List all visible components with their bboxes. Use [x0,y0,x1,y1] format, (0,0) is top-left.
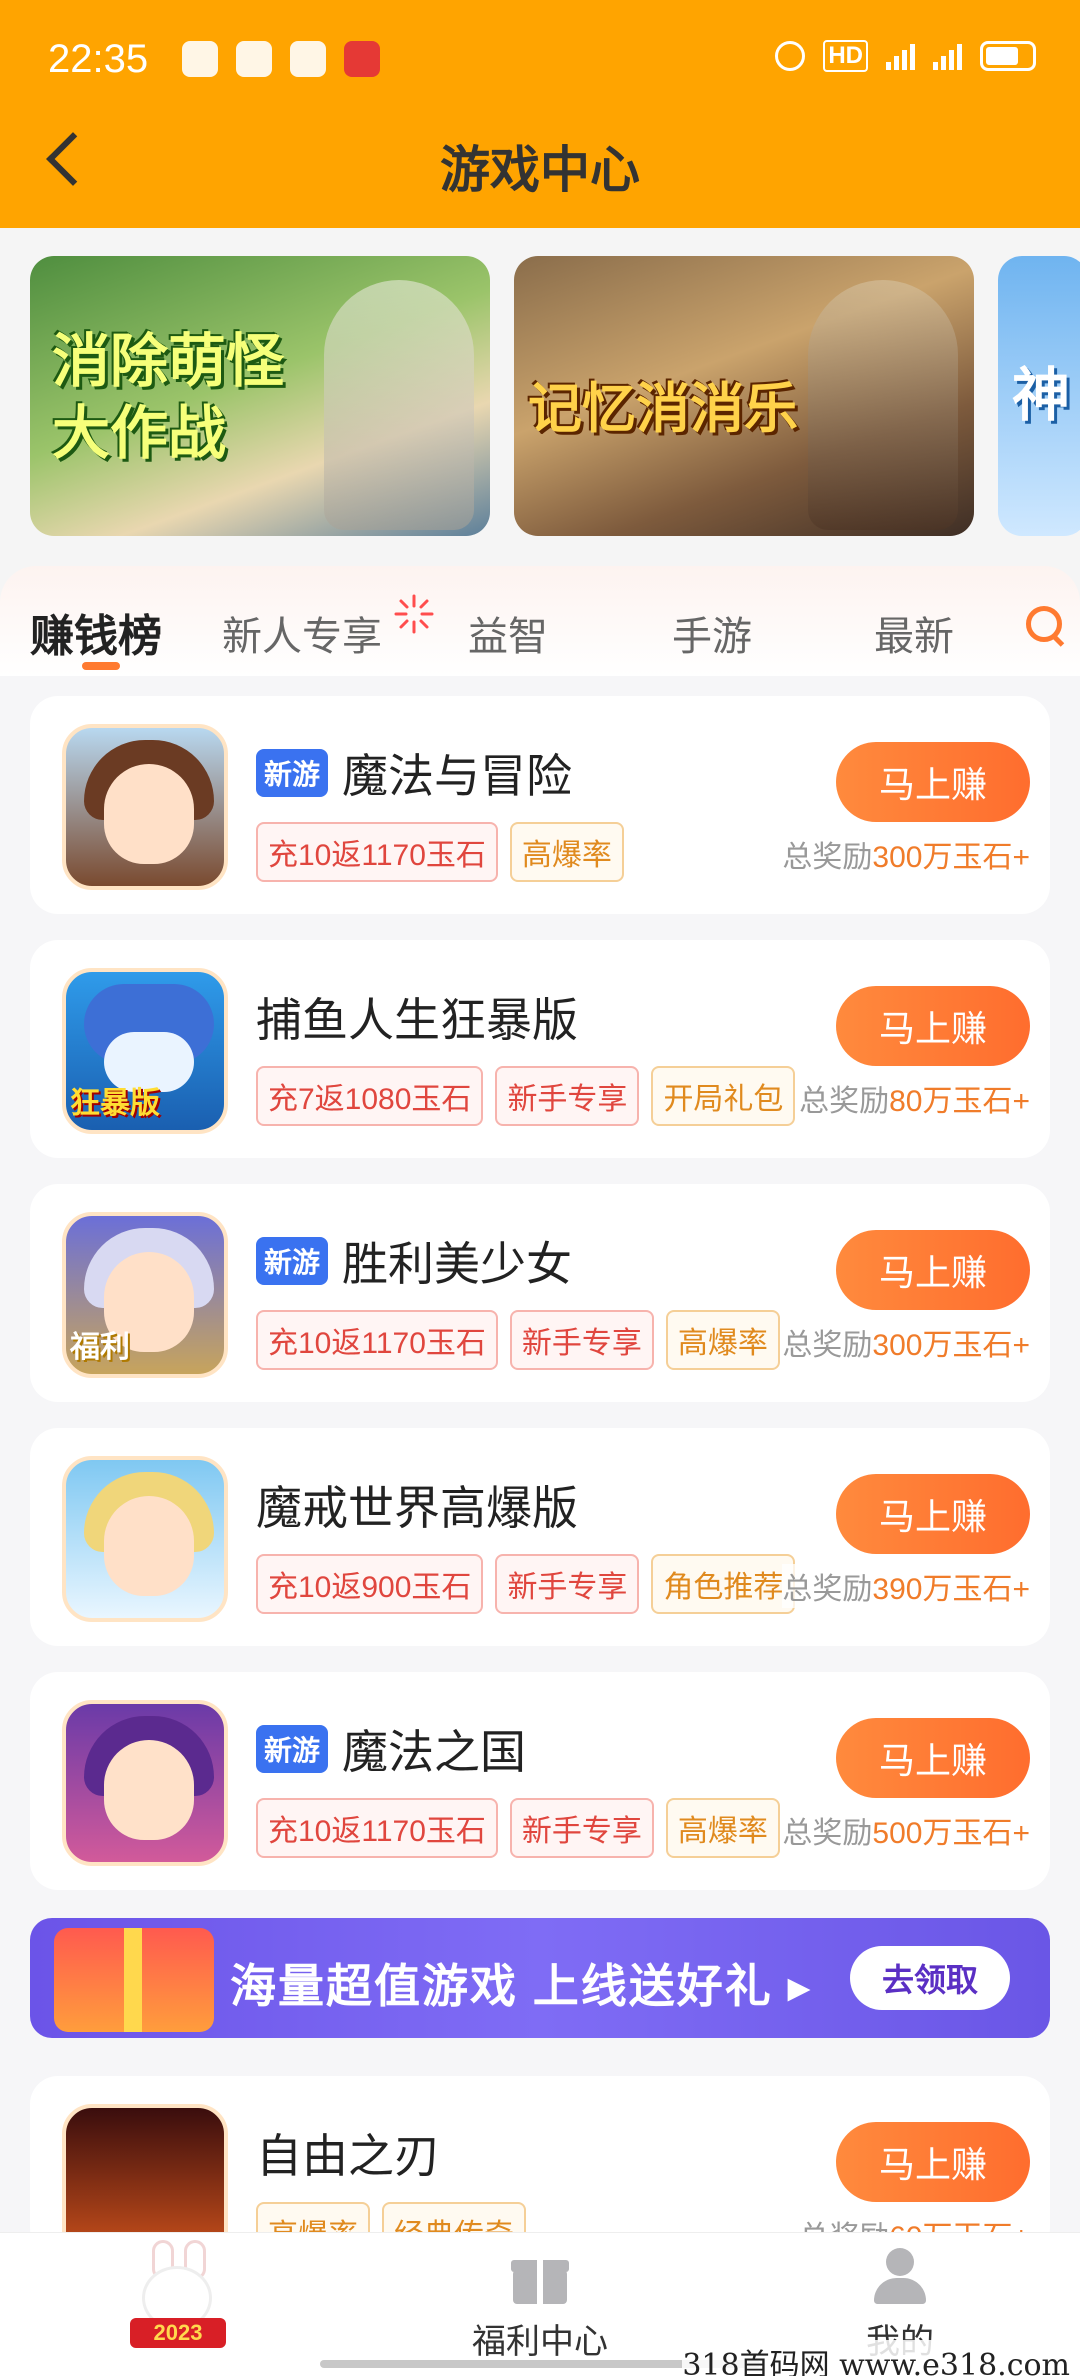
game-icon-label: 狂暴版 [70,1087,160,1120]
pinduoduo-icon [344,41,381,77]
game-tag: 充10返900玉石 [256,1554,484,1614]
earn-now-button[interactable]: 马上赚 [836,1474,1030,1554]
game-tag: 高爆率 [665,1310,780,1370]
promo-text: 海量超值游戏 上线送好礼 ▸ [230,1960,813,2012]
banner-character-image [324,280,474,530]
top-bar: 22:35 HD 游戏中心 [0,0,1080,228]
gift-icon [511,2252,569,2304]
game-icon [62,1700,228,1866]
new-game-badge: 新游 [256,749,329,797]
game-tags: 充10返1170玉石 高爆率 [256,822,624,882]
total-reward: 总奖励390万玉石+ [782,1564,1030,1608]
game-name: 魔法与冒险 [342,750,573,802]
game-tag: 充10返1170玉石 [256,822,498,882]
battery-icon [980,41,1036,71]
page-title: 游戏中心 [440,142,640,198]
game-tags: 充10返1170玉石 新手专享 高爆率 [256,1310,780,1370]
alarm-icon [775,41,806,71]
game-name: 捕鱼人生狂暴版 [256,994,578,1046]
game-icon: 福利 [62,1212,228,1378]
game-icon: 狂暴版 [62,968,228,1134]
game-card[interactable]: 魔戒世界高爆版 充10返900玉石 新手专享 角色推荐 马上赚 总奖励390万玉… [30,1428,1050,1646]
nav-welfare-center[interactable]: 福利中心 [440,2233,640,2376]
game-tag: 新手专享 [495,1066,640,1126]
banner-carousel[interactable]: 消除萌怪大作战 记忆消消乐 神 [30,256,1080,536]
new-game-badge: 新游 [256,1237,329,1285]
user-icon [872,2248,928,2304]
game-name: 胜利美少女 [342,1238,573,1290]
earn-now-button[interactable]: 马上赚 [836,1230,1030,1310]
game-card[interactable]: 福利 新游 胜利美少女 充10返1170玉石 新手专享 高爆率 马上赚 总奖励3… [30,1184,1050,1402]
game-name: 自由之刃 [256,2130,440,2182]
qutoutiao-icon [290,41,327,77]
nav-home-rabbit-icon[interactable]: 2023 [112,2240,242,2360]
earn-now-button[interactable]: 马上赚 [836,1718,1030,1798]
game-name: 魔法之国 [342,1726,527,1778]
total-reward: 总奖励500万玉石+ [782,1808,1030,1852]
search-icon[interactable] [1026,606,1066,646]
year-badge: 2023 [130,2318,226,2348]
game-tag: 高爆率 [509,822,624,882]
baidu-icon [182,41,219,77]
game-tag: 新手专享 [495,1554,640,1614]
hd-icon: HD [823,40,868,72]
game-tags: 充7返1080玉石 新手专享 开局礼包 [256,1066,796,1126]
total-reward: 总奖励300万玉石+ [782,1320,1030,1364]
status-bar-left: 22:35 [48,34,381,84]
alipay-icon [236,41,273,77]
game-card[interactable]: 新游 魔法与冒险 充10返1170玉石 高爆率 马上赚 总奖励300万玉石+ [30,696,1050,914]
banner-1[interactable]: 消除萌怪大作战 [30,256,490,536]
earn-now-button[interactable]: 马上赚 [836,742,1030,822]
sparkle-icon [394,594,434,634]
game-tag: 角色推荐 [651,1554,796,1614]
tab-latest[interactable]: 最新 [874,604,954,662]
game-card[interactable]: 自由之刃 高爆率 经典传奇 马上赚 总奖励60万玉石+ [30,2076,1050,2270]
tab-newcomer[interactable]: 新人专享 [222,604,382,662]
game-tags: 充10返900玉石 新手专享 角色推荐 [256,1554,796,1614]
earn-now-button[interactable]: 马上赚 [836,986,1030,1066]
tab-puzzle[interactable]: 益智 [468,604,548,662]
banner-3-title: 神 [1012,363,1071,428]
game-tag: 开局礼包 [651,1066,796,1126]
earn-now-button[interactable]: 马上赚 [836,2122,1030,2202]
nav-label: 福利中心 [472,2323,608,2361]
banner-1-title: 消除萌怪大作战 [52,329,285,466]
game-tag: 高爆率 [665,1798,780,1858]
active-tab-indicator [82,662,120,670]
game-tag: 充10返1170玉石 [256,1310,498,1370]
game-icon [62,1456,228,1622]
game-tag: 新手专享 [509,1798,654,1858]
category-tabs: 赚钱榜 新人专享 益智 手游 最新 [0,566,1080,676]
banner-character-image [808,280,958,530]
promo-banner[interactable]: 海量超值游戏 上线送好礼 ▸ 去领取 [30,1918,1050,2038]
signal-icon [886,42,915,70]
status-bar-right: HD [775,40,1036,72]
game-tags: 充10返1170玉石 新手专享 高爆率 [256,1798,780,1858]
banner-3[interactable]: 神 [998,256,1080,536]
claim-button[interactable]: 去领取 [850,1946,1010,2010]
game-tag: 充10返1170玉石 [256,1798,498,1858]
game-icon [62,724,228,890]
total-reward: 总奖励80万玉石+ [799,1076,1030,1120]
tab-earn-ranking[interactable]: 赚钱榜 [30,600,162,664]
game-card[interactable]: 新游 魔法之国 充10返1170玉石 新手专享 高爆率 马上赚 总奖励500万玉… [30,1672,1050,1890]
game-tag: 充7返1080玉石 [256,1066,484,1126]
status-time: 22:35 [48,36,149,81]
game-name: 魔戒世界高爆版 [256,1482,578,1534]
banner-2[interactable]: 记忆消消乐 [514,256,974,536]
tab-mobile-games[interactable]: 手游 [672,604,752,662]
watermark: 318首码网 www.e318.com [682,2340,1070,2376]
new-game-badge: 新游 [256,1725,329,1773]
game-icon-label: 福利 [70,1331,130,1364]
total-reward: 总奖励300万玉石+ [782,832,1030,876]
game-tag: 新手专享 [509,1310,654,1370]
banner-2-title: 记忆消消乐 [528,379,798,439]
game-card[interactable]: 狂暴版 捕鱼人生狂暴版 充7返1080玉石 新手专享 开局礼包 马上赚 总奖励8… [30,940,1050,1158]
gift-box-icon [54,1928,214,2032]
signal-icon-2 [933,42,962,70]
